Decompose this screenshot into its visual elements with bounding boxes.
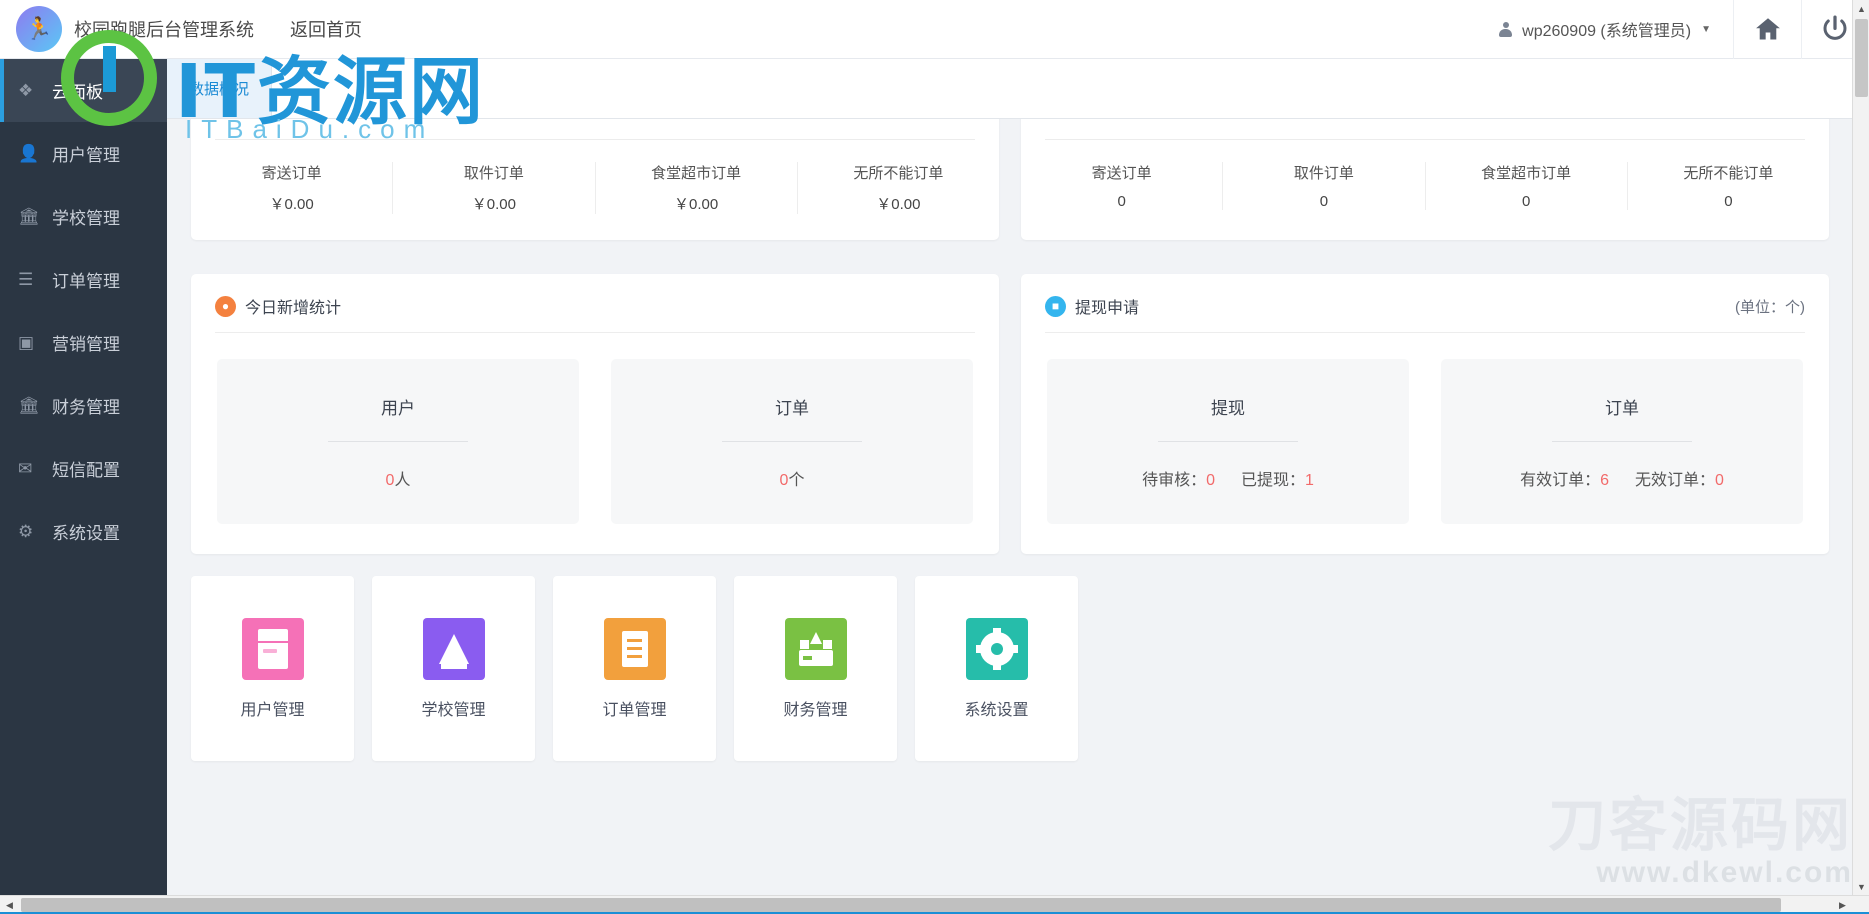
- income-overview-top: ￥ 今日平台总收入 ￥0.00: [191, 119, 999, 139]
- stats-cards-row: ● 今日新增统计 用户 0人 订单 0个 ■ 提现申请 (单位：个) 提现 待审…: [191, 274, 1829, 554]
- stat-box-users: 用户 0人: [217, 359, 579, 524]
- stat-value-users: 0人: [385, 471, 411, 489]
- sidebar-item-label: 短信配置: [52, 461, 120, 480]
- sidebar-item-label: 营销管理: [52, 335, 120, 354]
- sidebar-item-dashboard[interactable]: ❖ 云面板: [0, 59, 167, 122]
- withdraw-card: ■ 提现申请 (单位：个) 提现 待审核：0 已提现：1 订单 有效订单：6 无…: [1021, 274, 1829, 554]
- income-overview-panel: ￥ 今日平台总收入 ￥0.00 寄送订单 ￥0.00 取件订单 ￥0.: [191, 119, 999, 240]
- income-col: 食堂超市订单 ￥0.00: [596, 162, 798, 214]
- today-new-title-group: ● 今日新增统计: [215, 294, 341, 318]
- sidebar-item-label: 系统设置: [52, 524, 120, 543]
- sidebar-item-users[interactable]: 👤 用户管理: [0, 122, 167, 185]
- stat-value-withdraw: 待审核：0 已提现：1: [1142, 471, 1314, 489]
- divider: [1552, 440, 1692, 442]
- sidebar-item-finance[interactable]: 🏛 财务管理: [0, 374, 167, 437]
- completed-breakdown: 寄送订单 0 取件订单 0 食堂超市订单 0 无所不能订单 0: [1021, 140, 1829, 236]
- income-col: 寄送订单 ￥0.00: [191, 162, 394, 214]
- stat-value-withdraw-orders: 有效订单：6 无效订单：0: [1520, 471, 1724, 489]
- scroll-up-arrow-icon[interactable]: ▲: [1853, 0, 1869, 17]
- document-list-icon: [603, 617, 666, 680]
- shortcut-finance-management[interactable]: 财务管理: [734, 576, 897, 761]
- cubes-icon: ❖: [18, 80, 34, 100]
- completed-col: 寄送订单 0: [1021, 162, 1224, 210]
- completed-overview-panel: 今日已完成订单 0 寄送订单 0 取件订单 0 食堂超市订单: [1021, 119, 1829, 240]
- sidebar-item-sms[interactable]: ✉ 短信配置: [0, 437, 167, 500]
- completed-overview-top: 今日已完成订单 0: [1021, 119, 1829, 139]
- completed-col: 食堂超市订单 0: [1426, 162, 1628, 210]
- shortcut-system-settings[interactable]: 系统设置: [915, 576, 1078, 761]
- list-icon: ☰: [18, 269, 34, 289]
- home-icon: [1755, 18, 1780, 40]
- sidebar-item-label: 财务管理: [52, 398, 120, 417]
- gear-icon: [965, 617, 1028, 680]
- user-name-label: wp260909 (系统管理员): [1522, 23, 1692, 40]
- sidebar-item-label: 云面板: [52, 83, 103, 102]
- bank-upload-icon: [784, 617, 847, 680]
- app-logo-icon: 🏃: [16, 6, 62, 52]
- money-icon: ▣: [18, 332, 35, 352]
- horizontal-scroll-thumb[interactable]: [21, 898, 1781, 912]
- sidebar-item-marketing[interactable]: ▣ 营销管理: [0, 311, 167, 374]
- withdraw-title: 提现申请: [1075, 300, 1140, 317]
- divider: [1158, 440, 1298, 442]
- wallet-badge-icon: ■: [1045, 295, 1066, 317]
- home-button[interactable]: [1733, 0, 1801, 59]
- vertical-scroll-thumb[interactable]: [1855, 19, 1868, 97]
- sidebar-item-schools[interactable]: 🏛 学校管理: [0, 185, 167, 248]
- sidebar-item-orders[interactable]: ☰ 订单管理: [0, 248, 167, 311]
- bank-icon: 🏛: [18, 395, 40, 415]
- tab-strip: 数据概况: [167, 59, 1869, 119]
- stat-box-orders: 订单 0个: [611, 359, 973, 524]
- stat-box-withdraw-orders: 订单 有效订单：6 无效订单：0: [1441, 359, 1803, 524]
- sidebar-item-settings[interactable]: ⚙ 系统设置: [0, 500, 167, 563]
- vertical-scrollbar[interactable]: ▲ ▼: [1852, 0, 1869, 895]
- sidebar-item-label: 学校管理: [52, 209, 120, 228]
- tab-data-overview[interactable]: 数据概况: [167, 59, 273, 118]
- user-add-badge-icon: ●: [215, 295, 236, 317]
- user-menu[interactable]: wp260909 (系统管理员) ▼: [1477, 0, 1733, 59]
- main-content: ￥ 今日平台总收入 ￥0.00 寄送订单 ￥0.00 取件订单 ￥0.: [167, 119, 1853, 895]
- bank-icon: 🏛: [18, 206, 40, 226]
- today-new-card: ● 今日新增统计 用户 0人 订单 0个: [191, 274, 999, 554]
- id-card-icon: [241, 617, 304, 680]
- sidebar-item-label: 订单管理: [52, 272, 120, 291]
- stat-box-withdraw: 提现 待审核：0 已提现：1: [1047, 359, 1409, 524]
- gear-icon: ⚙: [18, 521, 34, 541]
- crown-icon: [422, 617, 485, 680]
- shortcuts-row: 用户管理 学校管理 订单管理 财务管理 系统设置: [191, 576, 1829, 761]
- withdraw-title-group: ■ 提现申请: [1045, 294, 1139, 318]
- overview-row: ￥ 今日平台总收入 ￥0.00 寄送订单 ￥0.00 取件订单 ￥0.: [191, 119, 1829, 240]
- sidebar: ❖ 云面板 👤 用户管理 🏛 学校管理 ☰ 订单管理 ▣ 营销管理 🏛 财务管理…: [0, 59, 167, 895]
- shortcut-order-management[interactable]: 订单管理: [553, 576, 716, 761]
- completed-col: 取件订单 0: [1223, 162, 1426, 210]
- divider: [722, 440, 862, 442]
- power-icon: [1823, 15, 1847, 40]
- user-avatar-icon: [1499, 21, 1513, 37]
- shortcut-school-management[interactable]: 学校管理: [372, 576, 535, 761]
- income-breakdown: 寄送订单 ￥0.00 取件订单 ￥0.00 食堂超市订单 ￥0.00 无所不能订…: [191, 140, 999, 240]
- header-right-group: wp260909 (系统管理员) ▼: [1477, 0, 1869, 59]
- income-col: 无所不能订单 ￥0.00: [853, 165, 944, 213]
- scroll-down-arrow-icon[interactable]: ▼: [1853, 878, 1869, 895]
- stat-value-orders: 0个: [779, 471, 805, 489]
- withdraw-unit: (单位：个): [1735, 298, 1805, 316]
- sidebar-item-label: 用户管理: [52, 146, 120, 165]
- envelope-icon: ✉: [18, 458, 33, 478]
- divider: [328, 440, 468, 442]
- income-col: 取件订单 ￥0.00: [393, 162, 596, 214]
- completed-col: 无所不能订单 0: [1683, 165, 1774, 210]
- back-to-home-link[interactable]: 返回首页: [290, 16, 362, 42]
- chevron-down-icon: ▼: [1701, 23, 1711, 35]
- user-icon: 👤: [18, 143, 40, 163]
- app-header: 🏃 校园跑腿后台管理系统 返回首页 wp260909 (系统管理员) ▼: [0, 0, 1869, 59]
- app-title: 校园跑腿后台管理系统: [74, 20, 254, 40]
- today-new-title: 今日新增统计: [245, 300, 342, 317]
- shortcut-user-management[interactable]: 用户管理: [191, 576, 354, 761]
